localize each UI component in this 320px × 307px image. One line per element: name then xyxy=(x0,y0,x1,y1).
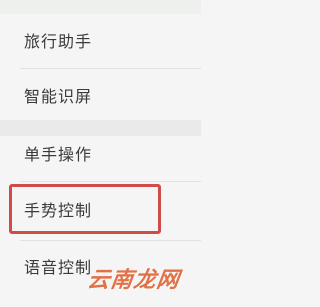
section-gap xyxy=(0,120,201,136)
watermark: 云南龙网 xyxy=(85,268,182,293)
divider xyxy=(20,68,201,69)
highlight-box xyxy=(9,184,161,234)
settings-screen: 旅行助手 智能识屏 单手操作 手势控制 语音控制 云南龙网 xyxy=(0,0,201,307)
top-strip xyxy=(0,0,201,14)
divider xyxy=(20,240,201,241)
menu-item-smart-screen-recognition[interactable]: 智能识屏 xyxy=(24,87,92,107)
menu-item-one-handed-mode[interactable]: 单手操作 xyxy=(24,145,92,165)
menu-item-voice-control[interactable]: 语音控制 xyxy=(24,258,92,278)
menu-item-travel-assistant[interactable]: 旅行助手 xyxy=(24,32,92,52)
divider xyxy=(20,181,201,182)
